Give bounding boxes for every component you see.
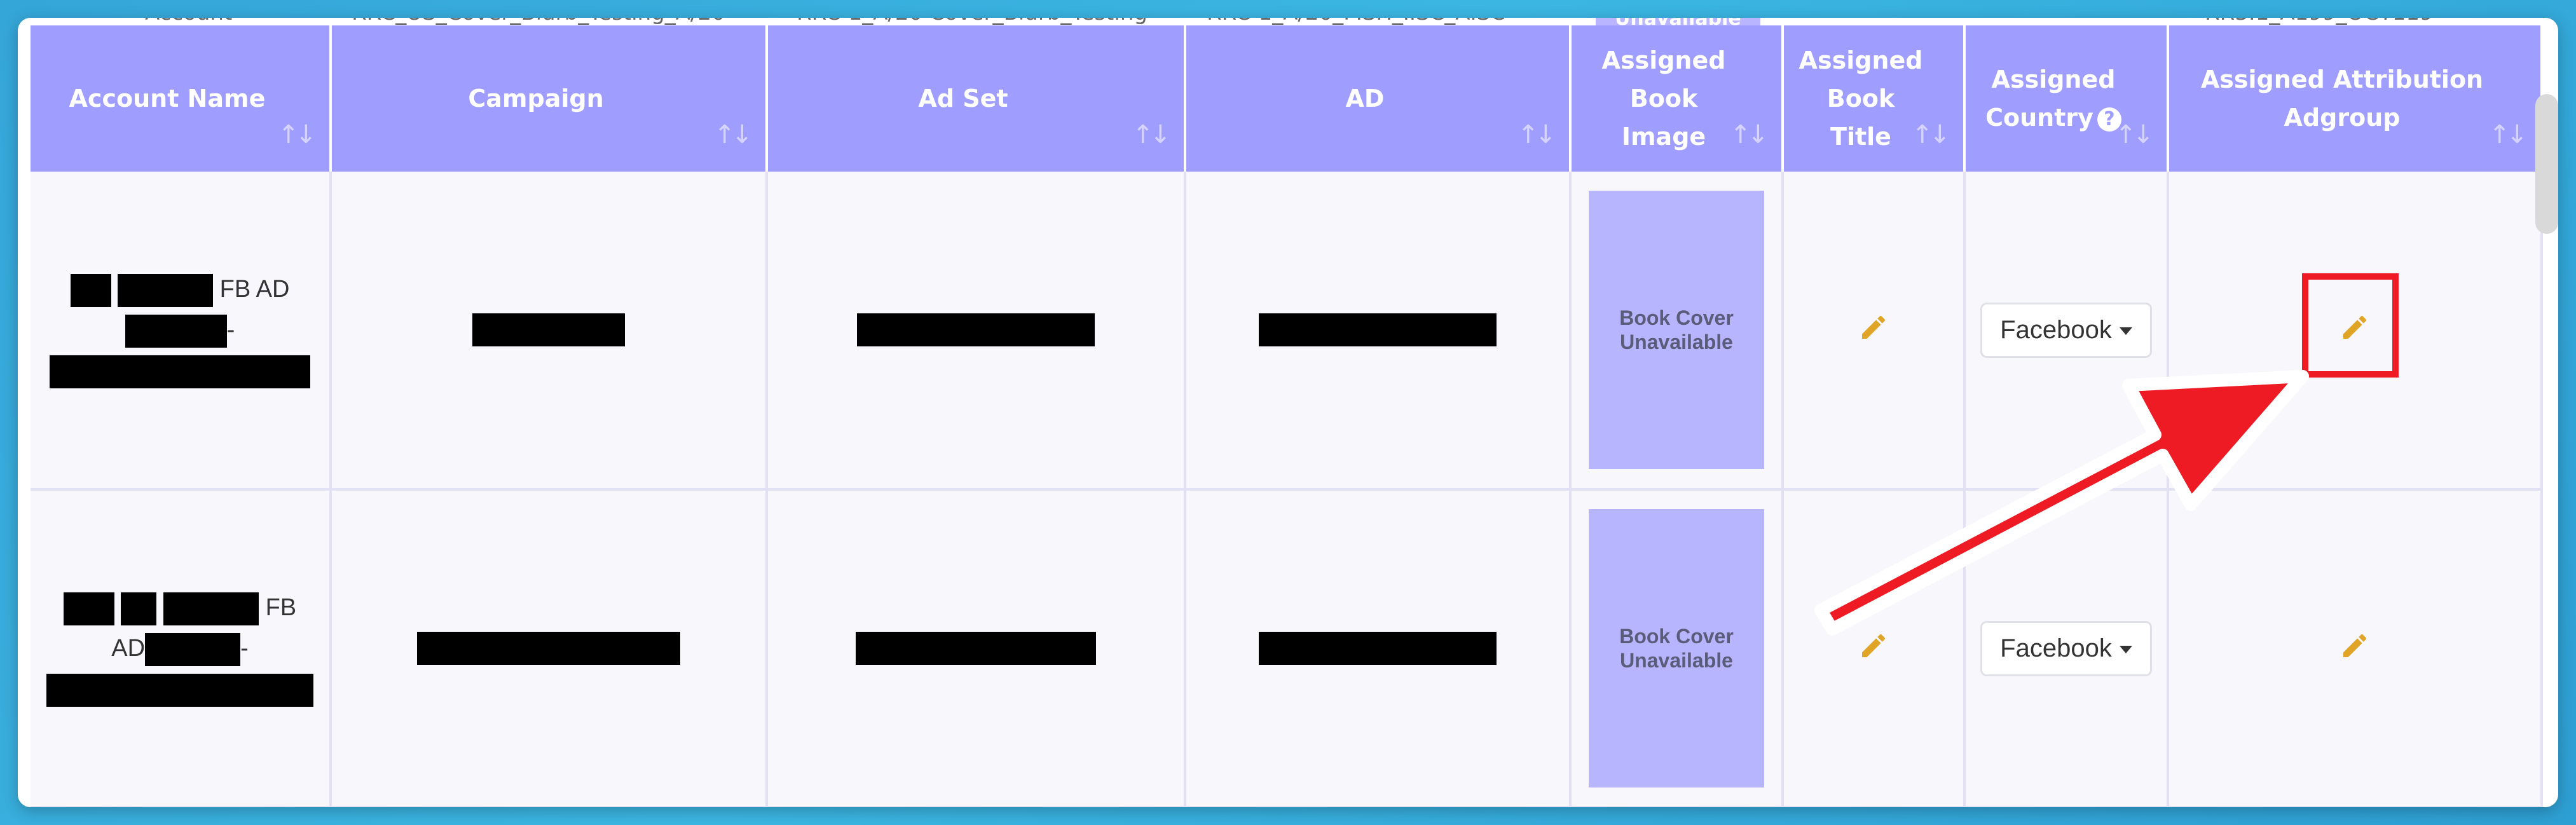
header-campaign[interactable]: Campaign ↑↓ [331,25,768,172]
country-dropdown[interactable]: Facebook [1980,302,2152,358]
redaction [1259,632,1497,665]
cell-ad [1185,172,1572,491]
table-header-row: Account Name ↑↓ Campaign ↑↓ Ad Set ↑↓ AD ↑↓ … [31,25,2543,172]
redaction [125,314,227,348]
header-assigned-country[interactable]: Assigned Country? ↑↓ [1964,25,2169,172]
pencil-icon[interactable] [1858,312,1889,343]
prev-campaign: RRC_US_Cover_Blurb_Testing_A/20 [352,18,725,25]
pencil-icon[interactable] [2340,631,2370,661]
redaction [70,273,111,307]
header-ad-set[interactable]: Ad Set ↑↓ [767,25,1186,172]
sort-arrows-icon[interactable]: ↑↓ [2115,116,2154,154]
header-assigned-attribution-adgroup[interactable]: Assigned Attribution Adgroup ↑↓ [2168,25,2543,172]
prev-account: Account [145,18,232,25]
book-cover-placeholder: Book Cover Unavailable [1589,191,1764,469]
cell-book-title [1783,489,1966,807]
table-row: FB AD - Book Cover Unavailable Facebook [31,172,2543,491]
country-dropdown[interactable]: Facebook [1980,620,2152,676]
cell-ad [1185,489,1572,807]
redaction [163,592,259,625]
cell-campaign [331,489,768,807]
redaction [50,355,310,388]
redaction [1259,313,1497,346]
redaction [856,632,1096,665]
caret-down-icon [2119,645,2132,653]
cell-country: Facebook [1964,489,2169,807]
cell-account-name: FB AD - [31,489,332,807]
cell-book-title [1783,172,1966,491]
header-assigned-book-title[interactable]: Assigned Book Title ↑↓ [1783,25,1966,172]
sort-arrows-icon[interactable]: ↑↓ [2489,116,2528,154]
redaction [145,632,241,666]
cell-campaign [331,172,768,491]
prev-adset: RRC-1_A/20 Cover_Blurb_Testing [797,18,1148,25]
prev-ad: RRC-1_A/20_FISH_IISC_AISC [1207,18,1505,25]
redaction [63,592,114,625]
sort-arrows-icon[interactable]: ↑↓ [1912,116,1950,154]
redaction [118,273,214,307]
vertical-scrollbar[interactable] [2535,94,2558,234]
book-cover-placeholder: Book Cover Unavailable [1589,509,1764,788]
cell-book-image: Book Cover Unavailable [1570,172,1784,491]
redaction [857,313,1095,346]
previous-row-cutoff: Account RRC_US_Cover_Blurb_Testing_A/20 … [18,18,2558,25]
redaction [121,592,157,625]
account-name-text: FB AD - [31,269,329,391]
cell-country: Facebook [1964,172,2169,491]
cell-book-image: Book Cover Unavailable [1570,489,1784,807]
sort-arrows-icon[interactable]: ↑↓ [1518,116,1556,154]
account-name-text: FB AD - [31,587,329,709]
redaction [472,313,625,346]
app-window: Account RRC_US_Cover_Blurb_Testing_A/20 … [18,18,2558,807]
sort-arrows-icon[interactable]: ↑↓ [714,116,753,154]
cell-account-name: FB AD - [31,172,332,491]
header-assigned-book-image[interactable]: Assigned Book Image ↑↓ [1570,25,1784,172]
pencil-icon[interactable] [1858,631,1889,661]
header-ad[interactable]: AD ↑↓ [1185,25,1572,172]
cell-attribution-adgroup [2168,489,2543,807]
sort-arrows-icon[interactable]: ↑↓ [1730,116,1769,154]
ads-table: Account Name ↑↓ Campaign ↑↓ Ad Set ↑↓ AD ↑↓ … [31,25,2543,807]
sort-arrows-icon[interactable]: ↑↓ [1132,116,1171,154]
prev-cover: Unavailable [1596,18,1760,25]
sort-arrows-icon[interactable]: ↑↓ [278,116,317,154]
highlight-box [2302,273,2399,378]
prev-adgroup: RR3.1_A199_OCT119 [2205,18,2434,25]
redaction [46,673,313,707]
table-row: FB AD - Book Cover Unavailable Facebook [31,489,2543,807]
cell-ad-set [767,172,1186,491]
caret-down-icon [2119,327,2132,335]
redaction [417,632,680,665]
cell-ad-set [767,489,1186,807]
header-account-name[interactable]: Account Name ↑↓ [31,25,332,172]
